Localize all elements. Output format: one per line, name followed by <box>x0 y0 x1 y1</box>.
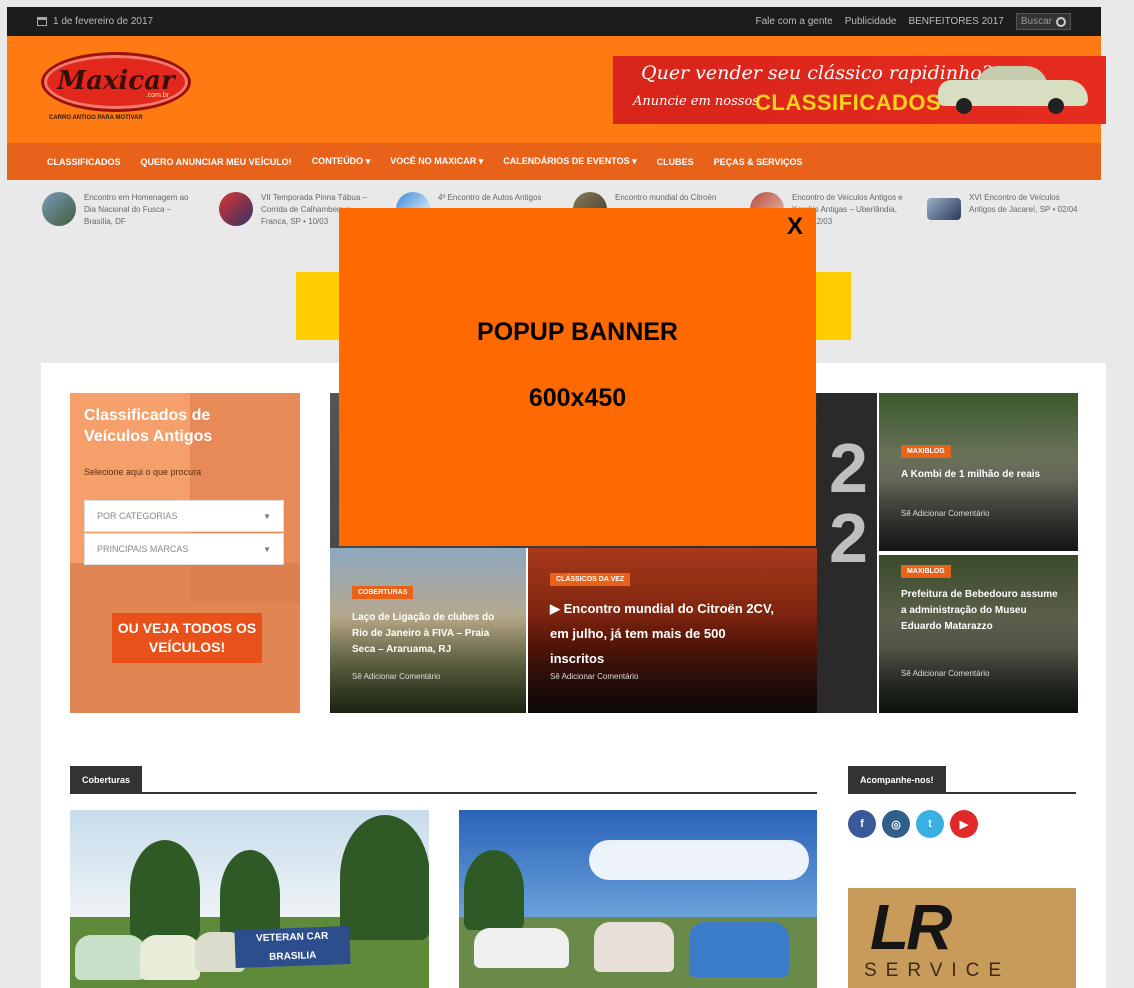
news-tile-right-bottom[interactable]: MAXIBLOG Prefeitura de Bebedouro assume … <box>879 555 1078 713</box>
search-label: Buscar <box>1020 16 1052 27</box>
brand-select[interactable]: PRINCIPAIS MARCAS ▼ <box>84 533 284 565</box>
youtube-icon[interactable]: ▶ <box>950 810 978 838</box>
news-tile-right-top[interactable]: MAXIBLOG A Kombi de 1 milhão de reais Sê… <box>879 393 1078 551</box>
ticker-text: Encontro em Homenagem ao Dia Nacional do… <box>84 193 189 226</box>
veteran-car-sign: VETERAN CAR BRASILIA <box>234 926 351 968</box>
nav-calendarios[interactable]: CALENDÁRIOS DE EVENTOS ▾ <box>503 156 636 167</box>
classifieds-subtitle: Selecione aqui o que procura <box>84 467 202 477</box>
coverage-photo-1[interactable]: VETERAN CAR BRASILIA <box>70 810 429 988</box>
ticker-item[interactable]: Encontro em Homenagem ao Dia Nacional do… <box>42 192 197 242</box>
news-tile-number[interactable]: 22 <box>817 393 877 713</box>
section-acompanhe-title: Acompanhe-nos! <box>848 766 946 794</box>
news-meta[interactable]: Sê Adicionar Comentário <box>352 672 441 681</box>
date-display: 1 de fevereiro de 2017 <box>37 16 153 27</box>
news-meta[interactable]: Sê Adicionar Comentário <box>901 669 990 678</box>
classifieds-ad-banner[interactable]: Quer vender seu clássico rapidinho? Anun… <box>613 56 1106 124</box>
classifieds-title: Classificados de Veículos Antigos <box>84 407 213 445</box>
site-logo[interactable]: Maxicar .com.br CARRO ANTIGO PARA MOTIVA… <box>41 52 191 124</box>
social-icons: f ◎ t ▶ <box>848 810 978 838</box>
section-coberturas: Coberturas <box>70 766 817 794</box>
logo-domain: .com.br <box>145 92 169 99</box>
main-nav: CLASSIFICADOS QUERO ANUNCIAR MEU VEÍCULO… <box>7 143 1101 180</box>
lr-logo: LR <box>870 891 952 963</box>
category-select-value: POR CATEGORIAS <box>97 511 178 521</box>
ad-line2: Anuncie em nossos <box>633 94 759 109</box>
link-contact[interactable]: Fale com a gente <box>755 16 832 27</box>
popup-size: 600x450 <box>528 384 627 412</box>
ticker-item[interactable]: XVI Encontro de Veículos Antigos de Jaca… <box>927 192 1082 242</box>
top-links: Fale com a gente Publicidade BENFEITORES… <box>755 13 1071 30</box>
ticker-thumbnail <box>927 198 961 220</box>
news-badge: CLÁSSICOS DA VEZ <box>550 573 631 586</box>
news-tile-left[interactable]: COBERTURAS Laço de Ligação de clubes do … <box>330 548 526 713</box>
nav-pecas-servicos[interactable]: PEÇAS & SERVIÇOS <box>714 157 803 167</box>
classic-car-illustration <box>938 66 1088 114</box>
link-advertising[interactable]: Publicidade <box>845 16 897 27</box>
ticker-thumbnail <box>219 192 253 226</box>
news-tile-center[interactable]: CLÁSSICOS DA VEZ ▶ Encontro mundial do C… <box>528 548 817 713</box>
nav-clubes[interactable]: CLUBES <box>657 157 694 167</box>
search-box[interactable]: Buscar <box>1015 13 1071 30</box>
news-badge: MAXIBLOG <box>901 565 951 578</box>
ad-line3: CLASSIFICADOS <box>755 90 942 115</box>
popup-title: POPUP BANNER <box>477 318 678 346</box>
news-title[interactable]: Laço de Ligação de clubes do Rio de Jane… <box>352 610 512 658</box>
section-acompanhe: Acompanhe-nos! <box>848 766 1076 794</box>
ticker-text: XVI Encontro de Veículos Antigos de Jaca… <box>969 193 1078 214</box>
news-badge: COBERTURAS <box>352 586 414 599</box>
chevron-down-icon: ▼ <box>263 511 271 521</box>
ticker-thumbnail <box>42 192 76 226</box>
search-icon[interactable] <box>1056 16 1066 27</box>
coverage-photo-2[interactable] <box>459 810 817 988</box>
site-header: Maxicar .com.br CARRO ANTIGO PARA MOTIVA… <box>7 36 1106 143</box>
logo-tagline: CARRO ANTIGO PARA MOTIVAR <box>49 115 143 121</box>
popup-banner[interactable]: X POPUP BANNER 600x450 <box>339 208 816 546</box>
nav-anunciar[interactable]: QUERO ANUNCIAR MEU VEÍCULO! <box>141 157 292 167</box>
category-select[interactable]: POR CATEGORIAS ▼ <box>84 500 284 532</box>
calendar-icon <box>37 17 47 26</box>
nav-conteudo[interactable]: CONTEÚDO ▾ <box>312 156 371 167</box>
close-icon[interactable]: X <box>787 213 803 241</box>
news-title[interactable]: A Kombi de 1 milhão de reais <box>901 467 1061 483</box>
lr-service-ad[interactable]: LR SERVICE <box>848 888 1076 988</box>
view-all-vehicles-button[interactable]: OU VEJA TODOS OS VEÍCULOS! <box>112 613 262 663</box>
news-meta[interactable]: Sê Adicionar Comentário <box>550 672 639 681</box>
lr-service-text: SERVICE <box>864 960 1011 981</box>
news-title[interactable]: Prefeitura de Bebedouro assume a adminis… <box>901 587 1061 635</box>
top-bar: 1 de fevereiro de 2017 Fale com a gente … <box>7 7 1101 36</box>
link-benefactors[interactable]: BENFEITORES 2017 <box>908 16 1003 27</box>
news-meta[interactable]: Sê Adicionar Comentário <box>901 509 990 518</box>
facebook-icon[interactable]: f <box>848 810 876 838</box>
news-badge: MAXIBLOG <box>901 445 951 458</box>
classifieds-widget: Classificados de Veículos Antigos Seleci… <box>70 393 300 713</box>
twitter-icon[interactable]: t <box>916 810 944 838</box>
section-coberturas-title[interactable]: Coberturas <box>70 766 143 794</box>
chevron-down-icon: ▼ <box>263 544 271 554</box>
date-text: 1 de fevereiro de 2017 <box>53 16 154 27</box>
brand-select-value: PRINCIPAIS MARCAS <box>97 544 189 554</box>
instagram-icon[interactable]: ◎ <box>882 810 910 838</box>
nav-classificados[interactable]: CLASSIFICADOS <box>47 157 121 167</box>
nav-voce-no-maxicar[interactable]: VOCÊ NO MAXICAR ▾ <box>390 156 483 167</box>
news-title[interactable]: ▶ Encontro mundial do Citroën 2CV, em ju… <box>550 596 780 671</box>
